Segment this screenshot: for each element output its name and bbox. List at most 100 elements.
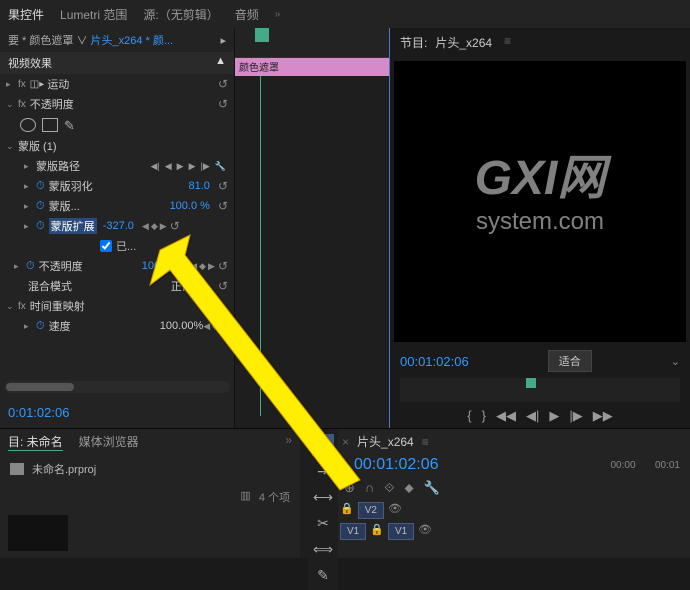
stopwatch-icon[interactable]: ⏱ (36, 200, 45, 213)
track-select-tool-icon[interactable]: ⇥ (312, 460, 334, 482)
go-next-icon[interactable]: ▶▶ (593, 408, 613, 424)
mask-feather-value[interactable]: 81.0 (189, 180, 210, 192)
reset-icon[interactable]: ↺ (170, 219, 180, 233)
effect-timecode[interactable]: 0:01:02:06 (0, 397, 234, 428)
settings-icon[interactable]: 🔧 (424, 480, 440, 496)
step-fwd-icon[interactable]: |▶ (569, 408, 582, 424)
stopwatch-icon[interactable]: ⏱ (36, 180, 45, 193)
mark-out-icon[interactable]: } (482, 408, 486, 424)
playhead-icon[interactable] (255, 28, 269, 42)
panel-menu-icon[interactable]: ≡ (422, 435, 429, 449)
eye-icon[interactable]: 👁 (418, 523, 432, 540)
close-icon[interactable]: × (342, 435, 349, 449)
reset-icon[interactable]: ↺ (218, 279, 228, 293)
prev-kf-icon[interactable]: ◀ (142, 221, 149, 232)
media-browser-tab[interactable]: 媒体浏览器 (79, 433, 139, 451)
stopwatch-icon[interactable]: ⏱ (36, 320, 45, 333)
program-clip-name[interactable]: 片头_x264 (435, 34, 492, 51)
track-source[interactable]: V1 (340, 523, 366, 540)
lock-icon[interactable]: 🔒 (370, 523, 384, 540)
stopwatch-icon[interactable]: ⏱ (26, 260, 35, 273)
slip-tool-icon[interactable]: ⟺ (312, 538, 334, 560)
magnet-icon[interactable]: ∩ (365, 480, 374, 496)
stopwatch-icon[interactable]: ⏱ (36, 220, 45, 233)
track-fwd-icon[interactable]: ▶ (187, 161, 198, 172)
reset-icon[interactable]: ↺ (218, 97, 228, 111)
tabs-overflow-icon[interactable]: » (275, 9, 281, 20)
opacity-prop-value[interactable]: 100.0 % (142, 260, 182, 272)
breadcrumb-btn1[interactable]: ▸ (220, 34, 226, 47)
next-kf-icon[interactable]: ▶ (221, 321, 228, 332)
eye-icon[interactable]: 👁 (388, 502, 402, 519)
inverted-checkbox[interactable] (100, 240, 112, 252)
track-stop-icon[interactable]: ▶ (175, 161, 186, 172)
twisty-icon[interactable]: ▸ (14, 261, 26, 272)
fit-dropdown[interactable]: 适合 (548, 350, 592, 372)
twisty-icon[interactable]: ⌄ (6, 141, 18, 152)
twisty-icon[interactable]: ⌄ (6, 301, 18, 312)
close-tab-icon[interactable]: ≡ (504, 34, 511, 51)
twisty-icon[interactable]: ▸ (24, 201, 36, 212)
tab-audio[interactable]: 音频 (235, 6, 259, 23)
rect-mask-icon[interactable] (42, 118, 58, 132)
tab-source[interactable]: 源:（无剪辑） (143, 6, 218, 23)
reset-icon[interactable]: ↺ (218, 77, 228, 91)
reset-icon[interactable]: ↺ (218, 199, 228, 213)
tab-lumetri[interactable]: Lumetri 范围 (60, 6, 127, 23)
scrollbar[interactable] (4, 381, 230, 393)
keyframe-icon[interactable]: ◫▸ (30, 79, 44, 90)
step-back-icon[interactable]: ◀| (526, 408, 539, 424)
mask-expansion-value[interactable]: -327.0 (103, 220, 134, 232)
marker-icon[interactable]: ⬥ (405, 480, 414, 496)
ruler-playhead-icon[interactable] (526, 378, 536, 388)
track-fwd-icon[interactable]: |▶ (199, 161, 212, 172)
prev-kf-icon[interactable]: ◀ (203, 321, 210, 332)
track-back-icon[interactable]: ◀| (148, 161, 161, 172)
program-ruler[interactable] (400, 378, 680, 402)
prev-kf-icon[interactable]: ◀ (190, 261, 197, 272)
project-tab[interactable]: 目: 未命名 (8, 433, 63, 451)
mark-in-icon[interactable]: { (467, 408, 471, 424)
selection-tool-icon[interactable]: ▶ (312, 434, 334, 456)
filter-icon[interactable]: ▥ (240, 489, 250, 505)
lock-icon[interactable]: 🔒 (340, 502, 354, 519)
project-item[interactable]: 未命名.prproj (0, 455, 300, 483)
sequence-name[interactable]: 片头_x264 (357, 433, 414, 450)
add-kf-icon[interactable]: ◆ (199, 261, 206, 272)
current-clip-link[interactable]: 片头_x264 * 颜... (91, 32, 174, 48)
reset-icon[interactable]: ↺ (218, 259, 228, 273)
reset-icon[interactable]: ↺ (218, 179, 228, 193)
tabs-overflow-icon[interactable]: » (285, 433, 292, 451)
blend-mode-value[interactable]: 正常 (171, 278, 193, 294)
wrench-icon[interactable]: 🔧 (213, 161, 228, 172)
program-timecode[interactable]: 00:01:02:06 (400, 354, 469, 369)
clip-bar[interactable]: 颜色遮罩 (235, 58, 389, 76)
twisty-icon[interactable]: ▸ (24, 181, 36, 192)
snap-icon[interactable]: ⊕ (344, 480, 355, 496)
master-clip-label[interactable]: 要 * 颜色遮罩 ∨ (8, 32, 87, 48)
twisty-icon[interactable]: ▸ (24, 161, 36, 172)
track-back-icon[interactable]: ◀ (163, 161, 174, 172)
video-preview[interactable]: GXI网 system.com (394, 61, 686, 342)
next-kf-icon[interactable]: ▶ (208, 261, 215, 272)
twisty-icon[interactable]: ▸ (6, 79, 18, 90)
mini-ruler[interactable] (235, 28, 389, 58)
tab-effect-controls[interactable]: 果控件 (8, 6, 44, 23)
twisty-icon[interactable]: ▸ (24, 321, 36, 332)
timeline-toggle-icon[interactable]: ▲ (215, 55, 226, 71)
timeline-timecode[interactable]: 00:01:02:06 (344, 454, 449, 476)
go-prev-icon[interactable]: ◀◀ (496, 408, 516, 424)
thumbnail[interactable] (8, 515, 68, 551)
play-icon[interactable]: ▶ (549, 408, 559, 424)
track-toggle[interactable]: V1 (388, 523, 414, 540)
mask-opacity-value[interactable]: 100.0 % (170, 200, 210, 212)
twisty-icon[interactable]: ⌄ (6, 99, 18, 110)
ripple-tool-icon[interactable]: ⟷ (312, 486, 334, 508)
resolution-dropdown[interactable]: ⌄ (671, 355, 680, 368)
track-toggle[interactable]: V2 (358, 502, 384, 519)
next-kf-icon[interactable]: ▶ (160, 221, 167, 232)
pen-mask-icon[interactable]: ✎ (64, 118, 80, 132)
pen-tool-icon[interactable]: ✎ (312, 564, 334, 586)
add-kf-icon[interactable]: ◆ (151, 221, 158, 232)
ellipse-mask-icon[interactable] (20, 118, 36, 132)
